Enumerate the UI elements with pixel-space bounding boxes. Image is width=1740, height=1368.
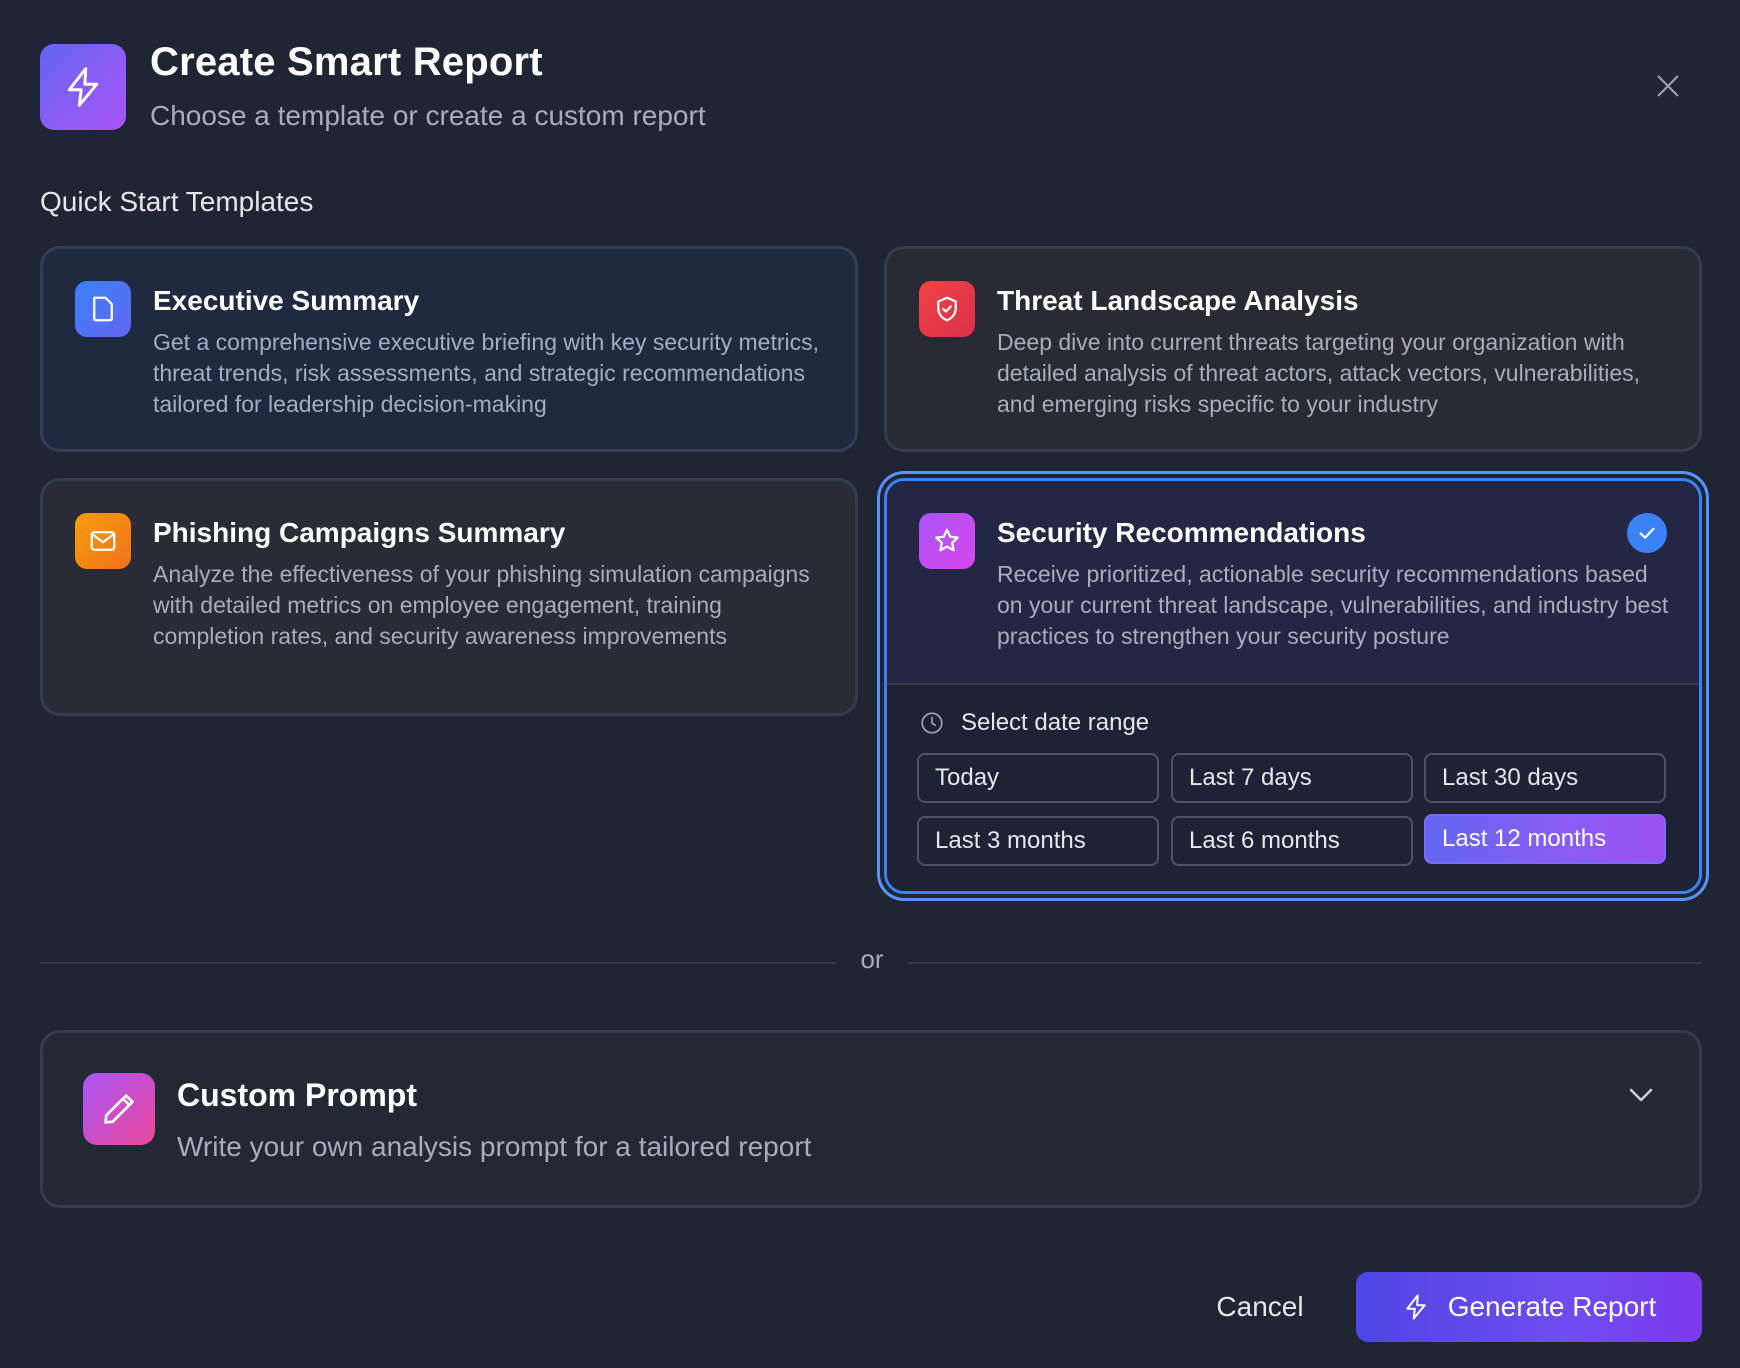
template-description: Get a comprehensive executive briefing w…: [153, 329, 819, 417]
template-card-executive-summary[interactable]: Executive Summary Get a comprehensive ex…: [40, 246, 858, 452]
template-title: Security Recommendations: [997, 517, 1366, 548]
date-option-last-12-months[interactable]: Last 12 months: [1424, 814, 1666, 864]
template-description: Deep dive into current threats targeting…: [997, 329, 1641, 417]
divider-line: [40, 962, 836, 964]
custom-prompt-card[interactable]: Custom Prompt Write your own analysis pr…: [40, 1030, 1702, 1208]
template-title: Phishing Campaigns Summary: [153, 517, 566, 548]
selected-check-icon: [1627, 513, 1667, 553]
date-option-last-7-days[interactable]: Last 7 days: [1171, 753, 1413, 803]
generate-report-button[interactable]: Generate Report: [1356, 1272, 1702, 1342]
custom-prompt-description: Write your own analysis prompt for a tai…: [177, 1131, 812, 1162]
cancel-button[interactable]: Cancel: [1200, 1272, 1320, 1342]
star-icon: [919, 513, 975, 569]
app-lightning-icon: [40, 44, 126, 130]
document-icon: [75, 281, 131, 337]
close-icon: [1657, 75, 1679, 97]
chevron-down-icon[interactable]: [1623, 1077, 1659, 1113]
template-card-threat-landscape[interactable]: Threat Landscape Analysis Deep dive into…: [884, 246, 1702, 452]
date-option-last-3-months[interactable]: Last 3 months: [917, 816, 1159, 866]
date-option-today[interactable]: Today: [917, 753, 1159, 803]
template-card-phishing-campaigns[interactable]: Phishing Campaigns Summary Analyze the e…: [40, 478, 858, 716]
shield-icon: [919, 281, 975, 337]
mail-icon: [75, 513, 131, 569]
template-card-header: Security Recommendations Receive priorit…: [887, 481, 1699, 683]
template-title: Executive Summary: [153, 285, 420, 316]
date-range-panel: Select date range Today Last 7 days Last…: [887, 685, 1699, 891]
template-description: Receive prioritized, actionable security…: [997, 561, 1669, 649]
clock-icon: [921, 712, 943, 734]
template-title: Threat Landscape Analysis: [997, 285, 1359, 316]
close-button[interactable]: [1648, 66, 1688, 106]
divider-or-text: or: [860, 944, 884, 974]
section-label-quick-start: Quick Start Templates: [40, 186, 314, 217]
dialog-subtitle: Choose a template or create a custom rep…: [150, 100, 706, 131]
custom-prompt-title: Custom Prompt: [177, 1077, 417, 1113]
date-range-label: Select date range: [961, 709, 1150, 736]
date-option-last-30-days[interactable]: Last 30 days: [1424, 753, 1666, 803]
divider-line: [908, 962, 1702, 964]
pencil-icon: [83, 1073, 155, 1145]
template-description: Analyze the effectiveness of your phishi…: [153, 561, 810, 649]
date-range-label-row: Select date range: [919, 709, 1149, 737]
generate-report-label: Generate Report: [1447, 1291, 1657, 1322]
dialog-title: Create Smart Report: [150, 40, 543, 84]
lightning-icon: [1405, 1294, 1426, 1320]
date-option-last-6-months[interactable]: Last 6 months: [1171, 816, 1413, 866]
template-card-security-recommendations[interactable]: Security Recommendations Receive priorit…: [884, 478, 1702, 894]
